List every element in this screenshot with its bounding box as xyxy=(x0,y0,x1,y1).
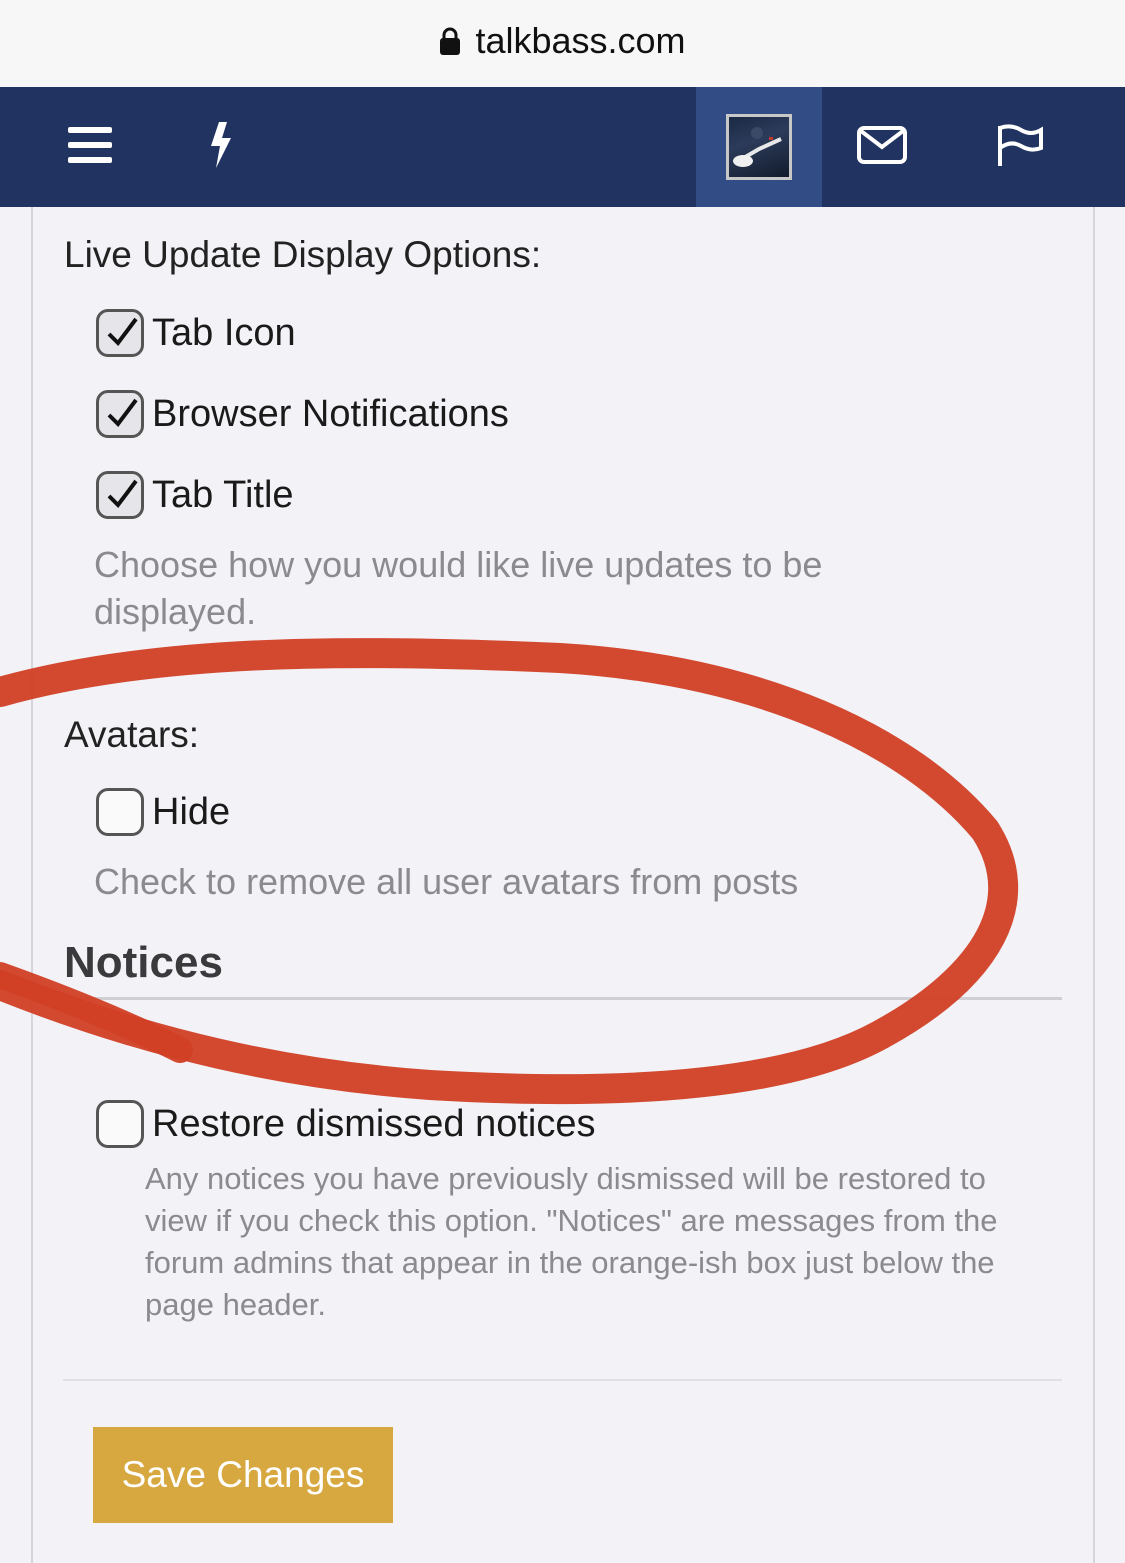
restore-notices-checkbox[interactable] xyxy=(96,1100,144,1148)
tab-title-label: Tab Title xyxy=(152,473,294,516)
browser-notifications-label: Browser Notifications xyxy=(152,392,509,435)
form-footer-divider xyxy=(63,1379,1062,1381)
hide-avatars-label: Hide xyxy=(152,790,231,833)
url-text: talkbass.com xyxy=(475,19,686,61)
hide-avatars-checkbox[interactable] xyxy=(96,788,144,836)
menu-button[interactable] xyxy=(40,87,140,207)
flag-icon xyxy=(995,122,1045,173)
alerts-button[interactable] xyxy=(960,87,1080,207)
account-button[interactable] xyxy=(696,87,822,207)
restore-notices-hint: Any notices you have previously dismisse… xyxy=(145,1161,998,1322)
section-divider xyxy=(63,997,1062,1000)
live-update-label: Live Update Display Options: xyxy=(64,234,542,275)
option-tab-title[interactable]: Tab Title xyxy=(96,471,294,519)
tab-icon-label: Tab Icon xyxy=(152,311,296,354)
checkmark-icon xyxy=(107,398,138,428)
option-restore-notices[interactable]: Restore dismissed notices xyxy=(96,1100,596,1148)
lock-icon xyxy=(439,26,461,56)
envelope-icon xyxy=(857,125,907,170)
option-tab-icon[interactable]: Tab Icon xyxy=(96,309,296,357)
checkmark-icon xyxy=(107,317,138,347)
tab-icon-checkbox[interactable] xyxy=(96,309,144,357)
option-browser-notifications[interactable]: Browser Notifications xyxy=(96,390,509,438)
avatars-label: Avatars: xyxy=(64,714,200,755)
url-display[interactable]: talkbass.com xyxy=(439,19,686,62)
site-header xyxy=(0,87,1125,207)
avatar xyxy=(726,114,792,180)
avatars-hint: Check to remove all user avatars from po… xyxy=(94,861,799,902)
tab-title-checkbox[interactable] xyxy=(96,471,144,519)
save-changes-button[interactable]: Save Changes xyxy=(93,1427,393,1523)
restore-notices-label: Restore dismissed notices xyxy=(152,1102,596,1145)
inbox-button[interactable] xyxy=(822,87,942,207)
lightning-icon xyxy=(205,120,235,175)
whats-new-button[interactable] xyxy=(170,87,270,207)
menu-icon xyxy=(68,125,112,170)
option-hide-avatars[interactable]: Hide xyxy=(96,788,230,836)
checkmark-icon xyxy=(107,479,138,509)
browser-url-bar[interactable]: talkbass.com xyxy=(0,0,1125,87)
browser-notifications-checkbox[interactable] xyxy=(96,390,144,438)
notices-section-title: Notices xyxy=(64,938,223,987)
live-update-hint: Choose how you would like live updates t… xyxy=(94,544,823,632)
